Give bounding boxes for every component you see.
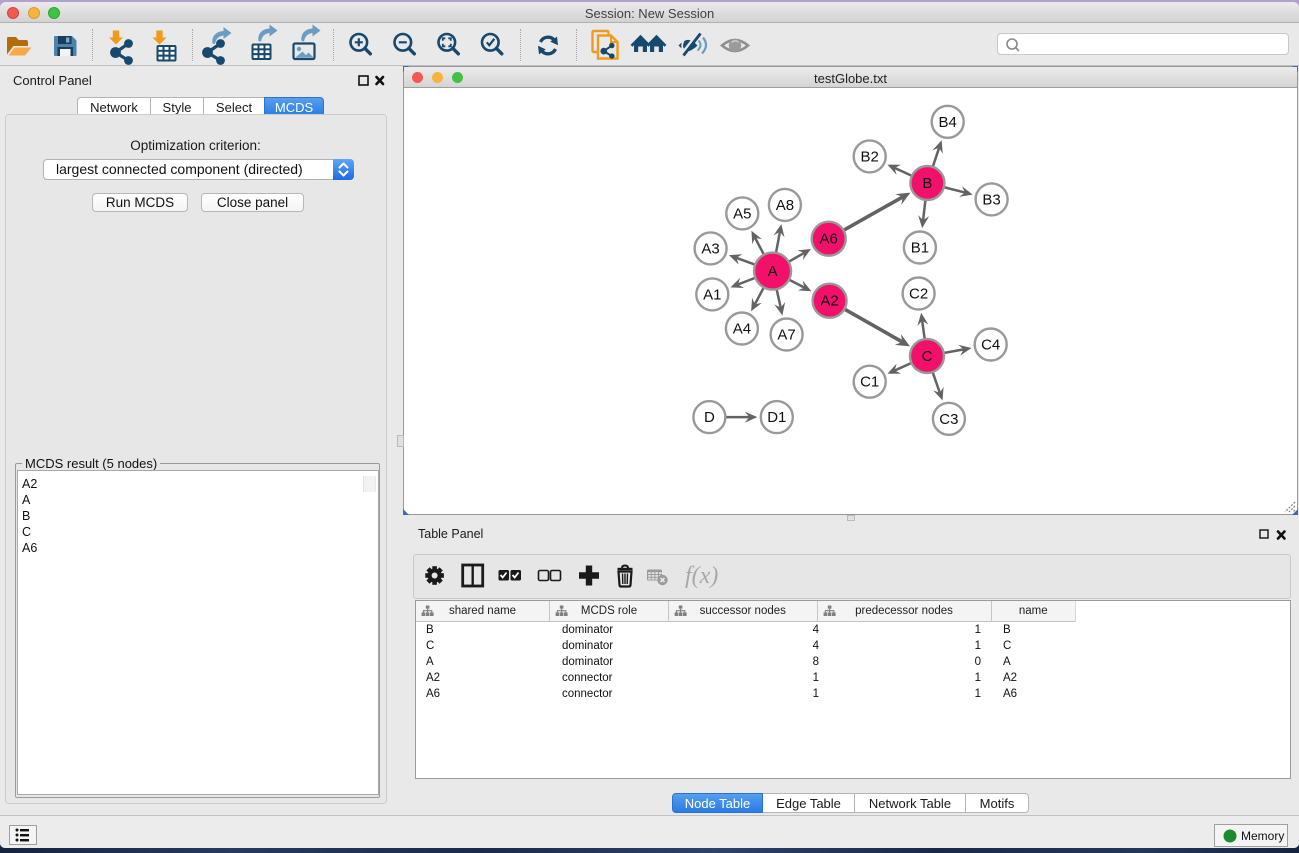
svg-text:B4: B4 — [939, 113, 957, 130]
svg-text:A3: A3 — [701, 240, 719, 257]
svg-text:A8: A8 — [776, 196, 794, 213]
svg-text:A5: A5 — [733, 205, 751, 222]
svg-text:B3: B3 — [982, 191, 1000, 208]
svg-text:C1: C1 — [860, 373, 879, 390]
svg-text:B1: B1 — [911, 239, 929, 256]
svg-text:B2: B2 — [861, 148, 879, 165]
svg-text:f(x): f(x) — [685, 563, 718, 589]
svg-text:A7: A7 — [777, 326, 795, 343]
svg-text:A6: A6 — [820, 230, 838, 247]
svg-text:C2: C2 — [909, 285, 928, 302]
svg-text:A4: A4 — [733, 320, 751, 337]
svg-text:C: C — [922, 348, 933, 365]
svg-text:A: A — [768, 263, 778, 280]
svg-text:C3: C3 — [939, 410, 958, 427]
svg-text:A1: A1 — [703, 286, 721, 303]
svg-text:C4: C4 — [981, 336, 1000, 353]
svg-text:D1: D1 — [767, 409, 786, 426]
svg-text:A2: A2 — [820, 292, 838, 309]
svg-text:B: B — [922, 175, 932, 192]
svg-text:D: D — [704, 409, 715, 426]
